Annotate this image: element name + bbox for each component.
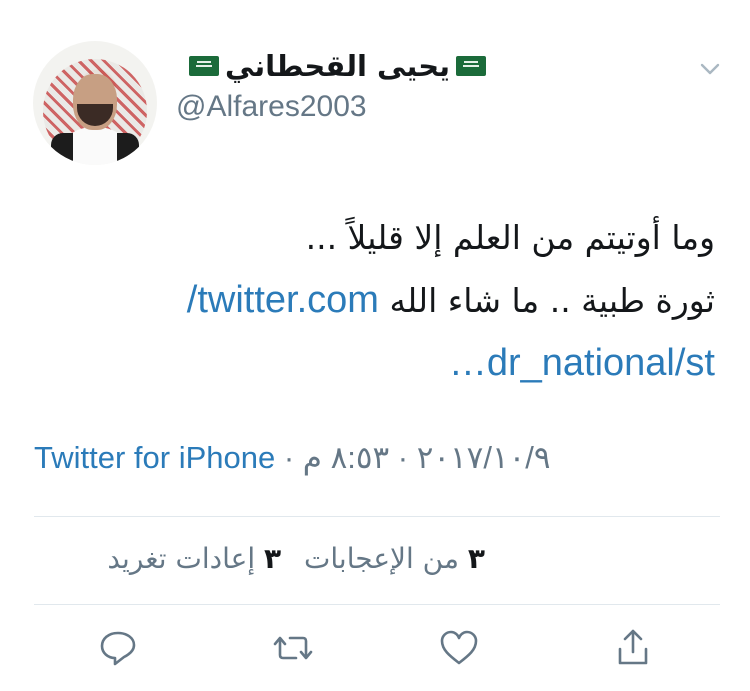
divider: [34, 604, 720, 605]
tweet-text-line: dr_national/st…: [25, 332, 715, 395]
saudi-flag-icon: [456, 56, 486, 76]
tweet-text: وما أوتيتم من العلم إلا قليلاً ... ثورة …: [25, 206, 715, 395]
avatar-bisht-left: [51, 133, 73, 165]
tweet-source[interactable]: Twitter for iPhone: [34, 440, 275, 475]
retweet-icon[interactable]: [272, 627, 314, 669]
tweet-link[interactable]: dr_national/st…: [449, 342, 715, 384]
meta-separator: ·: [275, 440, 303, 475]
saudi-flag-icon: [188, 56, 219, 76]
likes-count: ٣: [467, 542, 485, 575]
retweets-label: إعادات تغريد: [107, 542, 256, 575]
avatar-bisht-right: [117, 133, 139, 165]
tweet-link[interactable]: twitter.com/: [187, 279, 379, 321]
divider: [34, 516, 720, 517]
tweet-text-line: ثورة طبية .. ما شاء الله twitter.com/: [25, 269, 715, 332]
share-icon[interactable]: [612, 627, 654, 669]
chevron-down-icon[interactable]: [697, 56, 723, 82]
user-name-row[interactable]: يحيى القحطاني: [188, 46, 486, 86]
display-name[interactable]: يحيى القحطاني: [225, 49, 450, 83]
tweet-text-arabic: ثورة طبية .. ما شاء الله: [389, 281, 715, 320]
action-bar: [0, 627, 750, 671]
retweets-count: ٣: [264, 542, 282, 575]
tweet-text-line: وما أوتيتم من العلم إلا قليلاً ...: [305, 218, 715, 257]
heart-icon[interactable]: [438, 627, 480, 669]
user-handle[interactable]: @Alfares2003: [176, 90, 367, 124]
retweets-stat[interactable]: ٣ إعادات تغريد: [107, 542, 281, 575]
tweet-meta: Twitter for iPhone · ٢٠١٧/١٠/٩ · ٨:٥٣ م: [34, 440, 551, 476]
tweet-timestamp: ٢٠١٧/١٠/٩ · ٨:٥٣ م: [302, 440, 551, 475]
likes-label: من الإعجابات: [304, 542, 459, 575]
likes-stat[interactable]: ٣ من الإعجابات: [304, 542, 485, 575]
reply-icon[interactable]: [97, 627, 139, 669]
tweet-stats: ٣ من الإعجابات ٣ إعادات تغريد: [107, 542, 485, 575]
avatar[interactable]: [33, 41, 157, 165]
